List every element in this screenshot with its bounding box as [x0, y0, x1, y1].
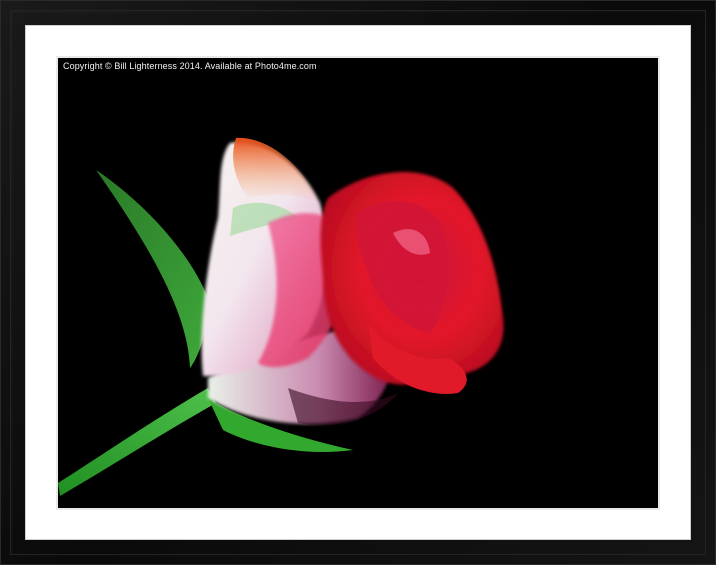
rose-image	[58, 137, 504, 496]
picture-frame: Copyright © Bill Lighterness 2014. Avail…	[0, 0, 716, 565]
orange-petal-tip	[233, 137, 320, 203]
rose-stem	[58, 388, 216, 496]
left-sepal	[96, 170, 209, 368]
rose-photo: Copyright © Bill Lighterness 2014. Avail…	[58, 58, 658, 508]
copyright-watermark: Copyright © Bill Lighterness 2014. Avail…	[63, 61, 317, 71]
